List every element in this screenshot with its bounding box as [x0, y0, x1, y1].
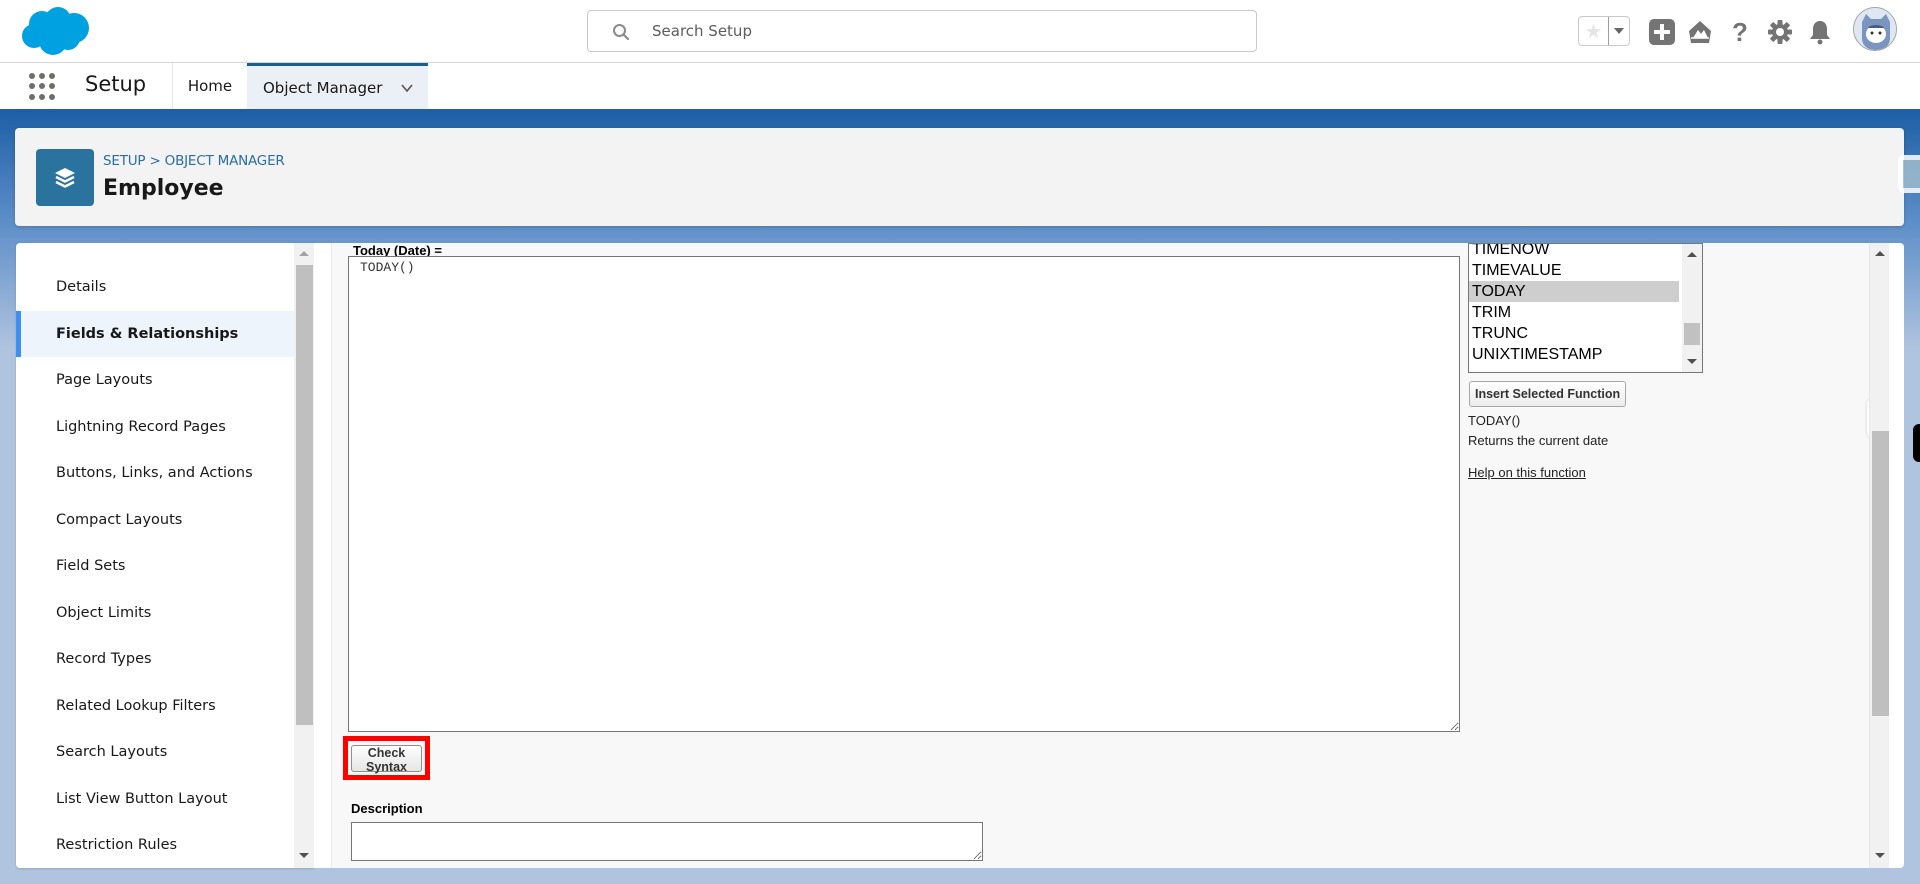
- function-option[interactable]: TODAY: [1469, 281, 1679, 302]
- formula-editor-panel: Today (Date) = TODAY() TIMENOW TIMEVALUE T…: [331, 243, 1887, 868]
- help-icon[interactable]: ?: [1726, 18, 1754, 46]
- description-textarea[interactable]: [351, 822, 983, 861]
- help-on-function-link[interactable]: Help on this function: [1468, 465, 1586, 480]
- favorites-star-icon[interactable]: ★: [1579, 17, 1609, 45]
- notifications-bell-icon[interactable]: [1806, 18, 1834, 46]
- layers-icon: [36, 149, 94, 206]
- global-header: ★ ?: [0, 0, 1920, 63]
- sidebar-item-buttons-links-and-actions[interactable]: Buttons, Links, and Actions: [16, 450, 294, 497]
- salesforce-logo[interactable]: [20, 6, 92, 56]
- function-options: TIMENOW TIMEVALUE TODAY TRIM TRUNC UNIXTIMEST…: [1469, 244, 1702, 365]
- sidebar-item-related-lookup-filters[interactable]: Related Lookup Filters: [16, 683, 294, 730]
- svg-text:?: ?: [1732, 19, 1748, 45]
- header-collapse-handle[interactable]: [1898, 155, 1920, 193]
- scroll-up-icon[interactable]: [1875, 251, 1885, 256]
- user-avatar[interactable]: [1853, 7, 1897, 51]
- sidebar-item-page-layouts[interactable]: Page Layouts: [16, 357, 294, 404]
- scroll-up-icon[interactable]: [1687, 252, 1697, 257]
- object-sidebar: Details Fields & Relationships Page Layout…: [16, 243, 314, 868]
- main-scroll-thumb[interactable]: [1872, 431, 1889, 716]
- app-launcher-icon[interactable]: [29, 72, 57, 100]
- global-add-icon[interactable]: [1648, 18, 1676, 46]
- favorites-dropdown-icon[interactable]: [1609, 17, 1629, 45]
- function-list[interactable]: TIMENOW TIMEVALUE TODAY TRIM TRUNC UNIXTIMEST…: [1468, 243, 1703, 373]
- sidebar-scroll-thumb[interactable]: [296, 265, 313, 725]
- function-list-scroll-thumb[interactable]: [1684, 323, 1700, 345]
- function-description: Returns the current date: [1468, 433, 1609, 448]
- main-content: Today (Date) = TODAY() TIMENOW TIMEVALUE T…: [314, 243, 1904, 868]
- sidebar-list: Details Fields & Relationships Page Layout…: [16, 243, 294, 868]
- trailhead-icon[interactable]: [1686, 18, 1714, 46]
- app-nav-bar: Setup Home Object Manager: [0, 63, 1920, 109]
- sidebar-item-search-layouts[interactable]: Search Layouts: [16, 729, 294, 776]
- scroll-up-icon[interactable]: [299, 251, 309, 256]
- function-option[interactable]: TIMENOW: [1469, 244, 1679, 260]
- scroll-down-icon[interactable]: [299, 853, 309, 858]
- tab-home[interactable]: Home: [172, 63, 247, 109]
- function-list-scrollbar[interactable]: [1682, 244, 1702, 372]
- sidebar-item-object-limits[interactable]: Object Limits: [16, 590, 294, 637]
- search-icon: [613, 24, 630, 41]
- check-syntax-button[interactable]: Check Syntax: [351, 745, 422, 774]
- sidebar-item-record-types[interactable]: Record Types: [16, 636, 294, 683]
- search-input[interactable]: [652, 11, 1232, 51]
- insert-selected-function-button[interactable]: Insert Selected Function: [1469, 381, 1627, 407]
- sidebar-item-compact-layouts[interactable]: Compact Layouts: [16, 497, 294, 544]
- sidebar-item-details[interactable]: Details: [16, 264, 294, 311]
- sidebar-scrollbar[interactable]: [294, 243, 314, 868]
- sidebar-item-field-sets[interactable]: Field Sets: [16, 543, 294, 590]
- function-option[interactable]: TRUNC: [1469, 323, 1679, 344]
- breadcrumb[interactable]: SETUP > OBJECT MANAGER: [103, 153, 285, 169]
- search-box[interactable]: [587, 10, 1257, 52]
- sidebar-item-restriction-rules[interactable]: Restriction Rules: [16, 822, 294, 868]
- object-page-header: SETUP > OBJECT MANAGER Employee: [15, 128, 1904, 226]
- favorites-group: ★: [1578, 16, 1630, 46]
- tab-object-manager[interactable]: Object Manager: [247, 63, 428, 109]
- sidebar-item-lightning-record-pages[interactable]: Lightning Record Pages: [16, 404, 294, 451]
- edge-handle[interactable]: [1913, 424, 1920, 462]
- main-scrollbar[interactable]: [1869, 243, 1889, 868]
- description-label: Description: [351, 801, 423, 816]
- sidebar-item-list-view-button-layout[interactable]: List View Button Layout: [16, 776, 294, 823]
- formula-textarea[interactable]: TODAY(): [348, 256, 1460, 732]
- page-title: Employee: [103, 176, 224, 201]
- scroll-down-icon[interactable]: [1687, 359, 1697, 364]
- tab-object-manager-label: Object Manager: [263, 78, 383, 97]
- app-name: Setup: [85, 72, 147, 96]
- sidebar-item-fields-relationships[interactable]: Fields & Relationships: [16, 310, 294, 357]
- check-syntax-highlight: Check Syntax: [343, 736, 430, 780]
- function-option[interactable]: UNIXTIMESTAMP: [1469, 344, 1679, 365]
- chevron-down-icon[interactable]: [400, 81, 414, 95]
- function-option[interactable]: TIMEVALUE: [1469, 260, 1679, 281]
- function-signature: TODAY(): [1468, 413, 1521, 428]
- scroll-down-icon[interactable]: [1875, 853, 1885, 858]
- function-option[interactable]: TRIM: [1469, 302, 1679, 323]
- setup-gear-icon[interactable]: [1766, 18, 1794, 46]
